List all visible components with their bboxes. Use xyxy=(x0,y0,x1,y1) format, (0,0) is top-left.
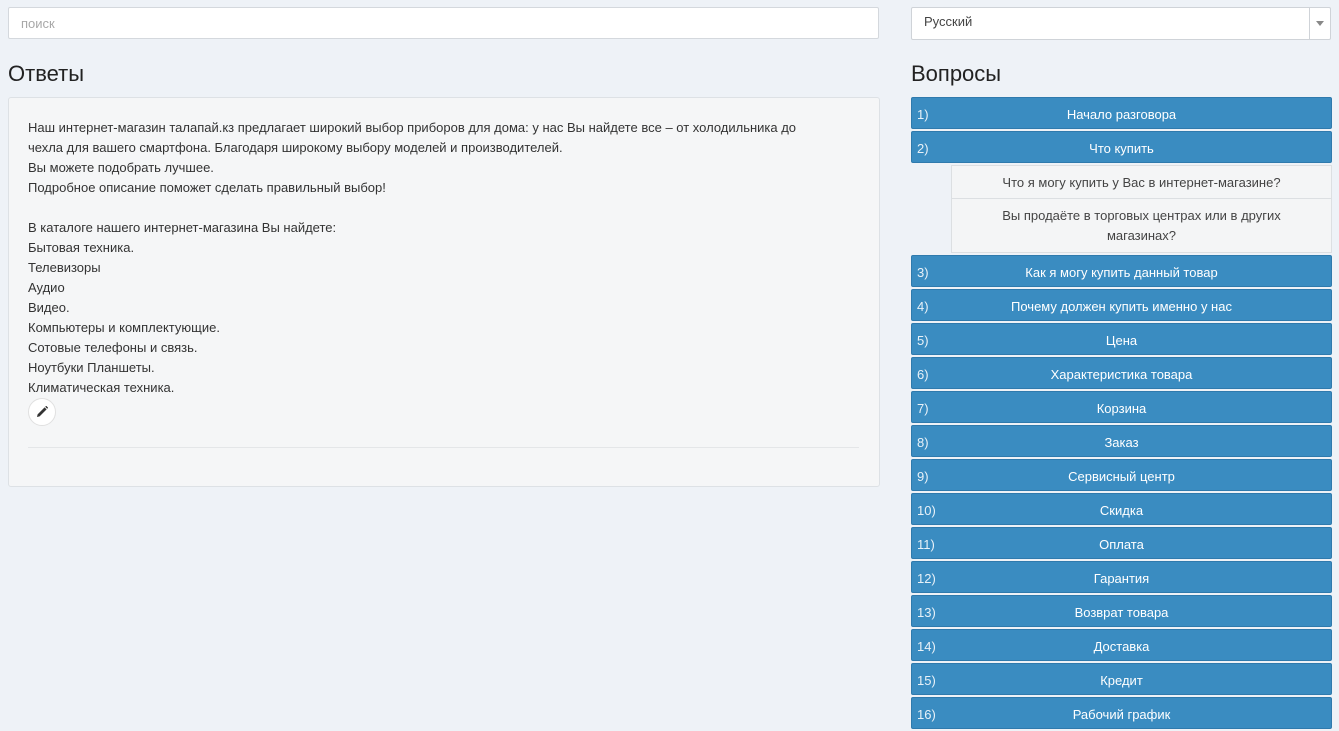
answer-line: Наш интернет-магазин талапай.кз предлага… xyxy=(28,120,797,135)
question-item[interactable]: 14) Доставка xyxy=(911,629,1332,661)
question-label: Цена xyxy=(1105,333,1138,348)
answer-line: Телевизоры xyxy=(28,260,101,275)
question-label: Что купить xyxy=(1089,141,1154,156)
answer-line: Аудио xyxy=(28,280,65,295)
question-label: Сервисный центр xyxy=(1068,469,1175,484)
question-item[interactable]: 6) Характеристика товара xyxy=(911,357,1332,389)
divider xyxy=(28,447,859,448)
language-select-value: Русский xyxy=(924,14,973,29)
subquestion-item[interactable]: Вы продаёте в торговых центрах или в дру… xyxy=(951,199,1332,253)
pencil-icon xyxy=(37,406,48,417)
answer-line: чехла для вашего смартфона. Благодаря ши… xyxy=(28,140,563,155)
question-label: Как я могу купить данный товар xyxy=(1025,265,1218,280)
answer-line: Сотовые телефоны и связь. xyxy=(28,340,198,355)
question-label: Начало разговора xyxy=(1066,107,1177,122)
question-item[interactable]: 13) Возврат товара xyxy=(911,595,1332,627)
question-label: Кредит xyxy=(1100,673,1143,688)
subquestion-item[interactable]: Что я могу купить у Вас в интернет-магаз… xyxy=(951,165,1332,199)
question-label: Доставка xyxy=(1093,639,1150,654)
answer-line: Вы можете подобрать лучшее. xyxy=(28,160,214,175)
answer-text: Наш интернет-магазин талапай.кз предлага… xyxy=(28,118,858,398)
question-label: Рабочий график xyxy=(1072,707,1171,722)
chevron-down-icon[interactable] xyxy=(1309,8,1330,39)
question-item[interactable]: 7) Корзина xyxy=(911,391,1332,423)
question-label: Корзина xyxy=(1096,401,1147,416)
question-item[interactable]: 10) Скидка xyxy=(911,493,1332,525)
answer-line: Ноутбуки Планшеты. xyxy=(28,360,155,375)
answer-line: Бытовая техника. xyxy=(28,240,135,255)
subquestion-group: Что я могу купить у Вас в интернет-магаз… xyxy=(911,165,1332,253)
question-label: Характеристика товара xyxy=(1050,367,1193,382)
answer-line: Климатическая техника. xyxy=(28,380,175,395)
search-input[interactable] xyxy=(8,7,879,39)
answer-line: Видео. xyxy=(28,300,70,315)
edit-button[interactable] xyxy=(28,398,56,426)
question-item[interactable]: 4) Почему должен купить именно у нас xyxy=(911,289,1332,321)
question-label: Почему должен купить именно у нас xyxy=(1011,299,1232,314)
answers-title: Ответы xyxy=(8,61,85,86)
question-item[interactable]: 2) Что купить xyxy=(911,131,1332,163)
question-item[interactable]: 1) Начало разговора xyxy=(911,97,1332,129)
question-label: Скидка xyxy=(1099,503,1144,518)
questions-list: 1) Начало разговора 2) Что купить Что я могу… xyxy=(911,97,1332,731)
question-item[interactable]: 16) Рабочий график xyxy=(911,697,1332,729)
question-label: Возврат товара xyxy=(1074,605,1169,620)
question-item[interactable]: 12) Гарантия xyxy=(911,561,1332,593)
question-item[interactable]: 3) Как я могу купить данный товар xyxy=(911,255,1332,287)
answer-line xyxy=(28,198,858,218)
question-label: Заказ xyxy=(1104,435,1139,450)
answer-panel: Наш интернет-магазин талапай.кз предлага… xyxy=(8,97,880,487)
question-label: Гарантия xyxy=(1093,571,1150,586)
question-item[interactable]: 15) Кредит xyxy=(911,663,1332,695)
question-label: Оплата xyxy=(1099,537,1144,552)
answer-line: Компьютеры и комплектующие. xyxy=(28,320,220,335)
question-item[interactable]: 11) Оплата xyxy=(911,527,1332,559)
answer-line: Подробное описание поможет сделать прави… xyxy=(28,180,386,195)
answer-line: В каталоге нашего интернет-магазина Вы н… xyxy=(28,220,337,235)
question-item[interactable]: 5) Цена xyxy=(911,323,1332,355)
questions-title: Вопросы xyxy=(911,61,1002,86)
question-item[interactable]: 8) Заказ xyxy=(911,425,1332,457)
language-select[interactable]: Русский xyxy=(911,7,1331,40)
question-item[interactable]: 9) Сервисный центр xyxy=(911,459,1332,491)
